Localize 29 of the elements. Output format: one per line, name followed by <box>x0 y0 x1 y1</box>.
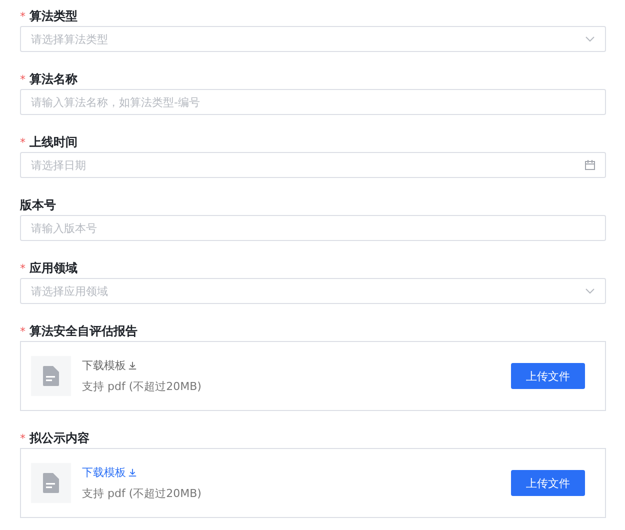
input-field[interactable]: 请输入算法名称，如算法类型-编号 <box>20 89 606 115</box>
upload-button[interactable]: 上传文件 <box>511 363 585 389</box>
upload-hint: 支持 pdf (不超过20MB) <box>82 379 202 394</box>
file-icon <box>31 356 71 396</box>
download-template-link[interactable]: 下载模板 <box>82 465 137 480</box>
download-icon <box>128 361 137 370</box>
download-template-link[interactable]: 下载模板 <box>82 358 137 373</box>
calendar-icon <box>584 159 596 171</box>
upload-hint: 支持 pdf (不超过20MB) <box>82 486 202 501</box>
required-asterisk: * <box>20 262 26 274</box>
field-label: 应用领域 <box>30 260 78 276</box>
field-label: 拟公示内容 <box>30 430 90 446</box>
download-icon <box>128 468 137 477</box>
select-field[interactable]: 请选择算法类型 <box>20 26 606 52</box>
field-label: 算法类型 <box>30 8 78 24</box>
field-label: 上线时间 <box>30 134 78 150</box>
required-asterisk: * <box>20 432 26 444</box>
required-asterisk: * <box>20 10 26 22</box>
date-field[interactable]: 请选择日期 <box>20 152 606 178</box>
field-label: 算法名称 <box>30 70 78 88</box>
field-label: 版本号 <box>20 196 56 214</box>
required-asterisk: * <box>20 72 26 86</box>
input-field[interactable]: 请输入版本号 <box>20 215 606 241</box>
select-field[interactable]: 请选择应用领域 <box>20 278 606 304</box>
required-asterisk: * <box>20 136 26 148</box>
upload-button[interactable]: 上传文件 <box>511 470 585 496</box>
field-label: 算法安全自评估报告 <box>30 322 138 340</box>
required-asterisk: * <box>20 324 26 338</box>
file-icon <box>31 463 71 503</box>
